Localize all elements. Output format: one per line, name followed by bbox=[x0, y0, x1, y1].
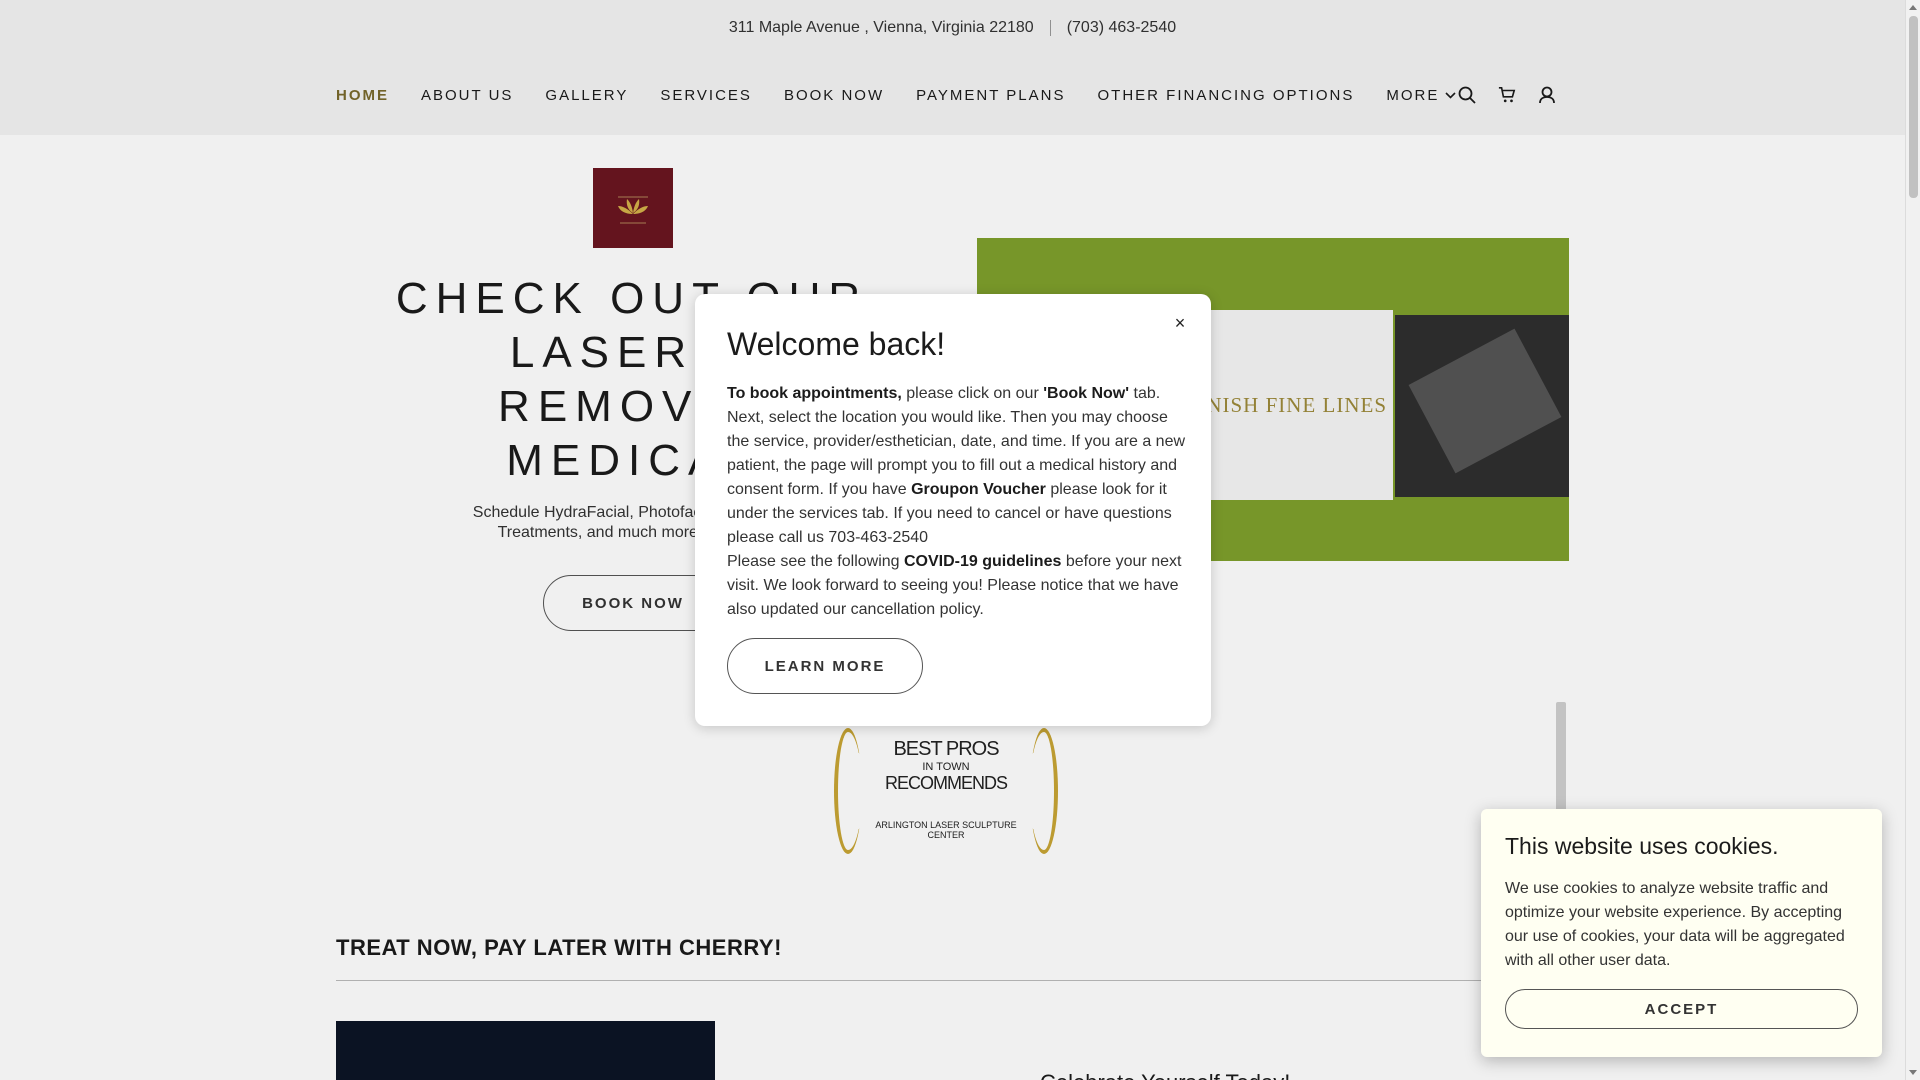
modal-bold-text: COVID-19 guidelines bbox=[904, 553, 1062, 570]
accept-cookies-button[interactable]: ACCEPT bbox=[1505, 989, 1858, 1029]
modal-paragraph: To book appointments, please click on ou… bbox=[727, 382, 1187, 550]
modal-bold-text: Groupon Voucher bbox=[911, 481, 1046, 498]
cookie-text: We use cookies to analyze website traffi… bbox=[1505, 880, 1845, 969]
modal-bold-text: To book appointments, bbox=[727, 385, 902, 402]
modal-bold-text: 'Book Now' bbox=[1043, 385, 1130, 402]
scroll-up-icon[interactable] bbox=[1909, 5, 1917, 10]
welcome-modal: × Welcome back! To book appointments, pl… bbox=[695, 294, 1211, 726]
scrollbar-thumb[interactable] bbox=[1909, 16, 1918, 198]
scroll-down-icon[interactable] bbox=[1909, 1070, 1917, 1075]
page-scrollbar[interactable] bbox=[1905, 0, 1920, 1080]
cookie-title: This website uses cookies. bbox=[1505, 833, 1779, 859]
cookie-banner: This website uses cookies. We use cookie… bbox=[1481, 809, 1882, 1057]
modal-body: To book appointments, please click on ou… bbox=[727, 382, 1187, 622]
close-icon[interactable]: × bbox=[1169, 312, 1191, 334]
modal-paragraph: Please see the following COVID-19 guidel… bbox=[727, 550, 1187, 622]
modal-text: Please see the following bbox=[727, 553, 904, 570]
modal-text: please click on our bbox=[901, 385, 1044, 402]
modal-title: Welcome back! bbox=[727, 326, 946, 362]
learn-more-button[interactable]: LEARN MORE bbox=[727, 638, 923, 694]
